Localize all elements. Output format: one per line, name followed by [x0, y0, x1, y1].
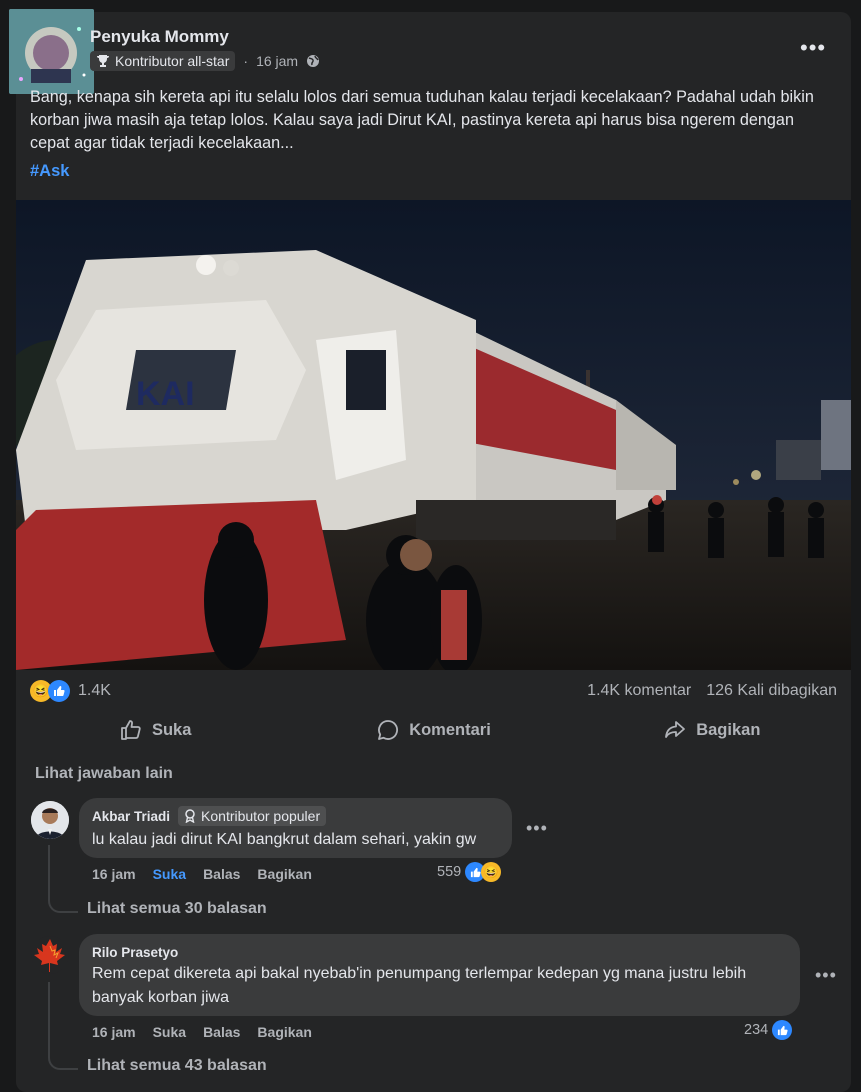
separator-dot: ·	[243, 53, 249, 69]
post-meta: Kontributor all-star · 16 jam	[90, 50, 320, 72]
contributor-badge[interactable]: Kontributor populer	[178, 806, 327, 826]
comment-share-button[interactable]: Bagikan	[257, 1024, 311, 1040]
commenter-avatar[interactable]	[31, 936, 69, 974]
reactions-count[interactable]: 1.4K	[78, 682, 111, 700]
avatar-image	[9, 9, 94, 94]
comment-time[interactable]: 16 jam	[92, 1024, 136, 1040]
commenter-name[interactable]: Akbar Triadi	[92, 809, 170, 824]
post-photo[interactable]: KAI	[16, 200, 851, 670]
comment-share-button[interactable]: Bagikan	[257, 866, 311, 882]
comment-meta: 16 jam Suka Balas Bagikan	[92, 1024, 312, 1040]
contributor-badge[interactable]: Kontributor all-star	[90, 51, 236, 71]
commenter-avatar[interactable]	[31, 801, 69, 839]
comment-label: Komentari	[409, 720, 491, 739]
view-replies-link[interactable]: Lihat semua 30 balasan	[87, 900, 267, 918]
share-icon	[665, 721, 686, 738]
thread-line	[48, 845, 78, 913]
post-stats: 😆 1.4K 1.4K komentar 126 Kali dibagikan	[30, 678, 837, 704]
like-label: Suka	[151, 720, 192, 739]
comment-icon	[378, 720, 399, 740]
medal-icon	[185, 809, 195, 823]
comments-count[interactable]: 1.4K komentar	[587, 682, 691, 700]
comment-text: Rem cepat dikereta api bakal nyebab'in p…	[92, 965, 747, 1006]
comment-bubble: Rilo Prasetyo Rem cepat dikereta api bak…	[79, 934, 800, 1016]
comment-reply-button[interactable]: Balas	[203, 866, 240, 882]
comment-header: Akbar Triadi Kontributor populer	[92, 806, 327, 826]
train-crash-image: KAI	[16, 200, 851, 670]
comment-reactions[interactable]: 234	[744, 1020, 793, 1040]
comment-bubble: Akbar Triadi Kontributor populer lu kala…	[79, 798, 512, 858]
more-answers-link[interactable]: Lihat jawaban lain	[35, 765, 173, 783]
share-button[interactable]: Bagikan	[573, 712, 851, 748]
haha-reaction-icon: 😆	[481, 862, 502, 882]
post-options-icon[interactable]: •••	[800, 35, 826, 61]
post-time[interactable]: 16 jam	[256, 53, 298, 69]
comment-like-button[interactable]: Suka	[153, 866, 186, 882]
comment-header: Rilo Prasetyo	[92, 944, 178, 962]
like-reaction-icon[interactable]	[48, 680, 70, 702]
comment-reaction-count: 559	[437, 864, 462, 880]
author-name[interactable]: Penyuka Mommy	[90, 27, 229, 47]
comment-button[interactable]: Komentari	[294, 712, 572, 748]
comment-reply-button[interactable]: Balas	[203, 1024, 240, 1040]
comment-reaction-count: 234	[744, 1022, 769, 1038]
globe-icon	[306, 54, 320, 68]
comment-time[interactable]: 16 jam	[92, 866, 136, 882]
badge-label: Kontributor all-star	[115, 53, 230, 69]
comment-meta: 16 jam Suka Balas Bagikan	[92, 866, 312, 882]
commenter-name[interactable]: Rilo Prasetyo	[92, 945, 178, 960]
view-replies-link[interactable]: Lihat semua 43 balasan	[87, 1057, 267, 1075]
hashtag-link[interactable]: #Ask	[30, 162, 69, 181]
maple-leaf-icon	[34, 939, 65, 972]
trophy-icon	[97, 55, 109, 67]
kai-logo-text: KAI	[136, 375, 195, 413]
post-actions: Suka Komentari Bagikan	[16, 712, 851, 748]
like-reaction-icon	[772, 1020, 793, 1040]
post-body: Bang, kenapa sih kereta api itu selalu l…	[30, 88, 814, 152]
comment-like-button[interactable]: Suka	[153, 1024, 186, 1040]
comment-reactions[interactable]: 559 😆	[437, 862, 502, 882]
like-button[interactable]: Suka	[16, 712, 294, 748]
author-avatar[interactable]	[9, 9, 94, 94]
comment-options-icon[interactable]: •••	[526, 818, 548, 839]
comment-text: lu kalau jadi dirut KAI bangkrut dalam s…	[92, 831, 477, 848]
badge-label: Kontributor populer	[201, 808, 321, 824]
comment-options-icon[interactable]: •••	[815, 965, 837, 986]
thread-line	[48, 982, 78, 1070]
avatar-image	[31, 801, 69, 839]
thumbs-up-icon	[121, 720, 141, 740]
share-label: Bagikan	[696, 720, 761, 739]
shares-count[interactable]: 126 Kali dibagikan	[706, 682, 837, 700]
